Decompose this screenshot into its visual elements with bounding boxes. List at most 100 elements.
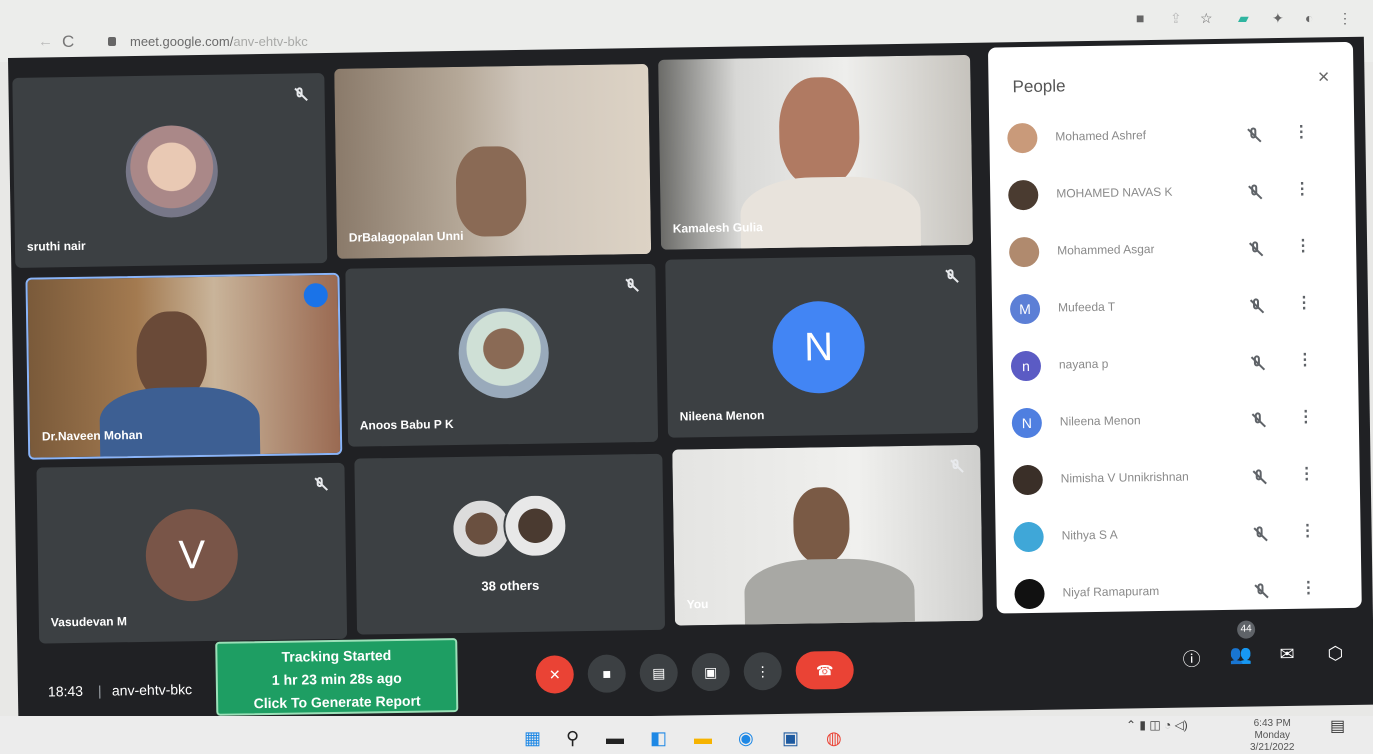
participant-tile-active[interactable]: Dr.Naveen Mohan [25,272,343,460]
participant-tile[interactable]: Kamalesh Gulia [658,54,974,250]
avatar [1008,236,1040,268]
panel-title: People [1012,76,1066,97]
meeting-code: anv-ehtv-bkc [111,681,193,699]
avatar [125,124,219,219]
camera-icon: ■ [602,665,612,682]
participant-name: Niyaf Ramapuram [1062,583,1160,600]
participant-row[interactable]: Nithya S A ⋮ [1013,505,1344,566]
participant-row[interactable]: Mohammed Asgar ⋮ [1008,220,1340,281]
avatar-letter: N [771,300,866,395]
lock-icon [108,37,116,46]
url-path: anv-ehtv-bkc [233,34,308,49]
more-options-button[interactable]: ⋮ [743,651,783,691]
people-panel: People × Mohamed Ashref ⋮ MOHAMED NAVAS K ⋮… [987,41,1362,614]
search-icon[interactable]: ⚲ [566,728,579,749]
participant-row[interactable]: N Nileena Menon ⋮ [1011,391,1342,452]
more-options-icon[interactable]: ⋮ [1299,521,1315,541]
participant-tile[interactable]: Anoos Babu P K [345,263,659,447]
more-options-icon[interactable]: ⋮ [1293,122,1309,142]
avatar [1008,179,1039,211]
file-explorer-icon[interactable]: ▬ [694,728,712,749]
participant-name: Nileena Menon [1059,413,1141,429]
notification-icon[interactable]: ▤ [1330,716,1345,736]
more-options-icon[interactable]: ⋮ [1295,236,1311,256]
camera-toggle-button[interactable]: ■ [587,654,627,693]
more-options-icon[interactable]: ⋮ [1300,578,1316,598]
info-icon[interactable]: ⓘ [1182,645,1200,671]
participant-row[interactable]: M Mufeeda T ⋮ [1009,277,1341,338]
windows-icon[interactable]: ▦ [524,728,541,749]
chat-icon[interactable]: ✉ [1279,644,1294,665]
leave-call-button[interactable]: ☎ [795,650,855,690]
clock-date: 3/21/2022 [1250,742,1295,753]
mic-off-icon [313,477,327,491]
person-figure [792,486,851,564]
participant-name: Kamalesh Gulia [672,220,763,236]
mic-off-icon [1251,469,1267,485]
close-icon[interactable]: × [1318,66,1330,89]
reload-icon[interactable]: C [62,32,74,52]
store-icon[interactable]: ▣ [782,728,799,749]
participant-row[interactable]: Nimisha V Unnikrishnan ⋮ [1012,448,1343,509]
task-view-icon[interactable]: ▬ [606,728,624,749]
participant-tile[interactable]: sruthi nair [12,73,328,268]
hang-up-icon: ☎ [815,661,834,678]
puzzle-icon[interactable]: ✦ [1272,10,1284,27]
meet-window: sruthi nair DrBalagopalan Unni Kamalesh … [8,36,1373,726]
more-options-icon[interactable]: ⋮ [1297,350,1313,370]
participant-tile[interactable]: DrBalagopalan Unni [334,63,652,259]
captions-button[interactable]: ▤ [639,653,679,693]
participant-name: sruthi nair [26,238,86,254]
participant-tile[interactable]: N Nileena Menon [665,254,979,438]
more-options-icon[interactable]: ⋮ [1294,179,1310,199]
avatar: n [1010,350,1042,382]
participant-tile[interactable]: V Vasudevan M [36,462,348,644]
camera-icon[interactable]: ■ [1136,10,1144,26]
more-options-icon[interactable]: ⋮ [1298,407,1314,427]
widgets-icon[interactable]: ◧ [650,728,667,749]
more-options-icon[interactable]: ⋮ [1296,293,1312,313]
participant-row[interactable]: Mohamed Ashref ⋮ [1007,106,1338,167]
more-options-icon[interactable]: ⋮ [1299,464,1315,484]
mic-off-icon [624,278,638,292]
divider: | [97,682,102,699]
mic-off-icon [1245,127,1261,143]
people-icon[interactable]: 👥 [1229,645,1252,666]
mic-off-icon [1247,241,1263,257]
extension-icon[interactable]: ▰ [1238,10,1249,27]
profile-icon[interactable]: ◐ [1305,10,1313,26]
activities-icon[interactable]: ⬡ [1327,643,1343,664]
participant-name: nayana p [1058,356,1109,372]
present-button[interactable]: ▣ [691,652,731,692]
participant-name: Dr.Naveen Mohan [41,427,143,444]
chrome-icon[interactable]: ◍ [826,728,842,749]
person-figure [455,145,527,237]
mic-off-icon [292,87,306,101]
others-count: 38 others [481,577,540,594]
tray-icons[interactable]: ⌃ ▮ ◫ ◔ ◁) [1126,718,1188,732]
participant-name: Mohammed Asgar [1057,242,1155,258]
avatar [1013,521,1044,553]
share-icon[interactable]: ⇪ [1170,10,1182,27]
system-clock[interactable]: 6:43 PM Monday 3/21/2022 [1250,718,1295,754]
participant-name: Nithya S A [1061,527,1118,543]
participant-row[interactable]: Niyaf Ramapuram ⋮ [1014,562,1345,623]
person-shoulders [99,386,261,460]
self-tile[interactable]: You [672,444,983,626]
star-icon[interactable]: ☆ [1200,10,1213,27]
address-bar[interactable]: meet.google.com/anv-ehtv-bkc [130,34,308,49]
others-tile[interactable]: 38 others [354,453,666,635]
participant-name: Vasudevan M [50,614,128,630]
participant-name: Nimisha V Unnikrishnan [1060,469,1189,486]
mic-toggle-button[interactable]: ✕ [535,655,575,694]
participant-row[interactable]: MOHAMED NAVAS K ⋮ [1008,163,1339,224]
participant-name: Nileena Menon [679,408,765,424]
participant-row[interactable]: n nayana p ⋮ [1010,334,1342,395]
menu-icon[interactable]: ⋮ [1338,10,1352,27]
mic-off-icon [1246,184,1262,200]
mic-off-icon [1252,526,1268,542]
tracking-report-button[interactable]: Tracking Started 1 hr 23 min 28s ago Cli… [215,638,459,716]
avatar [457,307,550,399]
back-icon[interactable]: ← [38,33,53,50]
edge-icon[interactable]: ◉ [738,728,754,749]
